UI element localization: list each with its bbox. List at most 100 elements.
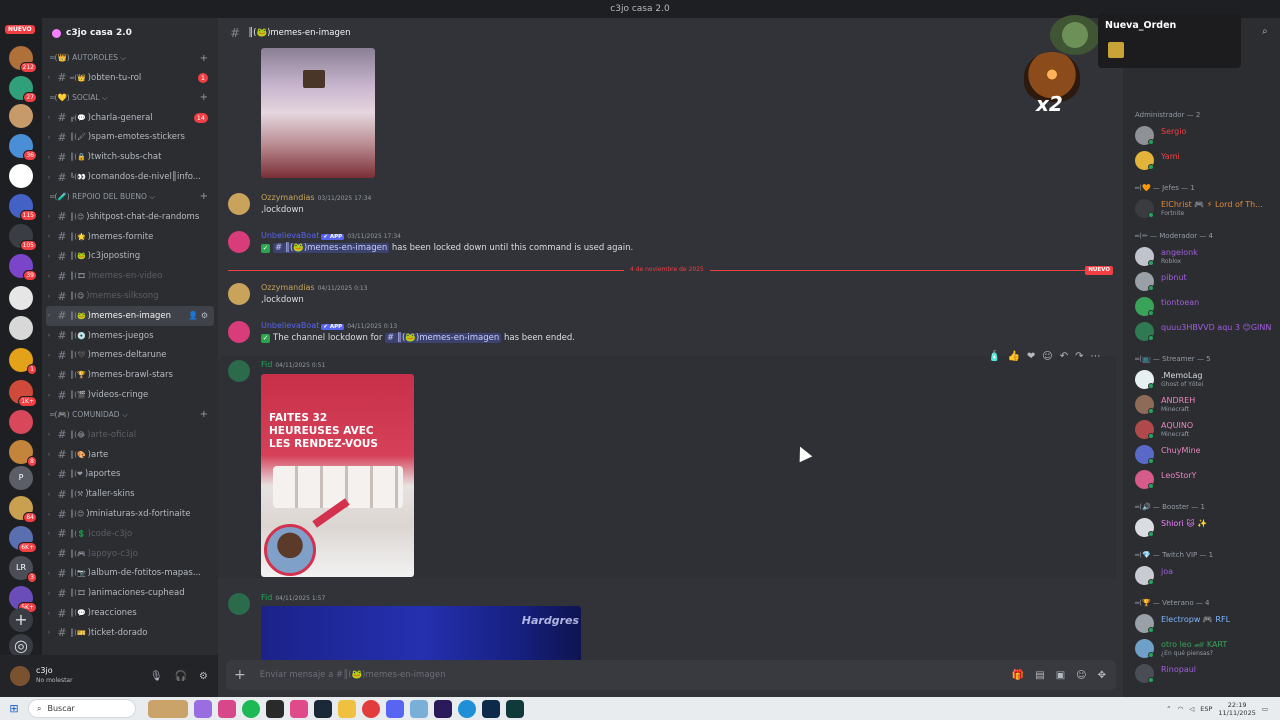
message-author[interactable]: Fid xyxy=(261,593,272,602)
clock[interactable]: 22:19 11/11/2025 xyxy=(1218,701,1255,717)
server-icon[interactable]: 105 xyxy=(9,224,37,251)
member-item[interactable]: ANDREH Minecraft xyxy=(1135,394,1278,416)
avatar[interactable] xyxy=(228,231,250,253)
channel-item[interactable]: › # ╚(👀)comandos-de-nivel║info... xyxy=(46,167,214,187)
channel-item[interactable]: › # ║(🐸)c3joposting xyxy=(46,247,214,267)
channel-mention[interactable]: # ║(🐸)memes-en-imagen xyxy=(385,333,502,343)
premiere-icon[interactable] xyxy=(434,699,452,718)
app-icon[interactable] xyxy=(410,699,428,718)
message-author[interactable]: UnbelievaBoat xyxy=(261,231,319,240)
server-icon[interactable]: 39 xyxy=(9,254,37,281)
channel-item[interactable]: › # ║(🎮)apoyo-c3jo xyxy=(46,544,214,564)
member-item[interactable]: angelonk Roblox xyxy=(1135,246,1278,268)
invite-icon[interactable]: 👤 xyxy=(188,311,198,320)
channel-item[interactable]: › # ║(🐸)memes-en-imagen 👤 ⚙ xyxy=(46,305,214,326)
category-header[interactable]: ═(🎮) COMUNIDAD ⌵ + xyxy=(42,405,218,425)
avatar[interactable] xyxy=(228,360,250,382)
channel-item[interactable]: › # ║(🖤)memes-deltarune xyxy=(46,346,214,366)
apps-icon[interactable]: ✥ xyxy=(1098,670,1106,681)
channel-item[interactable]: › # ║(💲)code-c3jo xyxy=(46,524,214,544)
add-attachment-icon[interactable]: + xyxy=(234,667,246,683)
server-header[interactable]: c3jo casa 2.0 xyxy=(42,18,218,48)
headphones-icon[interactable]: 🎧 xyxy=(175,671,187,682)
avatar[interactable] xyxy=(10,666,30,686)
member-item[interactable]: tiontoean xyxy=(1135,296,1278,318)
channel-item[interactable]: › # ║(🎞)memes-en-video xyxy=(46,266,214,286)
message-author[interactable]: Ozzymandias xyxy=(261,193,315,202)
wifi-icon[interactable]: ◠ xyxy=(1178,705,1184,713)
server-icon[interactable]: LR 3 xyxy=(9,556,37,583)
edge-icon[interactable] xyxy=(458,699,476,718)
microphone-icon[interactable]: 🎙 xyxy=(150,671,163,682)
message-author[interactable]: UnbelievaBoat xyxy=(261,321,319,330)
channel-item[interactable]: › # ║(🎬)videos-cringe xyxy=(46,385,214,405)
server-icon[interactable]: 84 xyxy=(9,496,37,523)
avatar[interactable] xyxy=(228,193,250,215)
taskbar-widget-icon[interactable] xyxy=(148,699,188,718)
plush-image[interactable] xyxy=(261,48,375,178)
gif-icon[interactable]: ▤ xyxy=(1035,670,1044,681)
channel-item[interactable]: › # ║(🔒)twitch-subs-chat xyxy=(46,147,214,167)
channel-item[interactable]: › # ║(🏆)memes-brawl-stars xyxy=(46,365,214,385)
heart-icon[interactable]: ❤ xyxy=(1027,351,1035,362)
member-item[interactable]: Rinopaul xyxy=(1135,663,1278,685)
spotify-icon[interactable] xyxy=(242,699,260,718)
add-channel-icon[interactable]: + xyxy=(200,92,208,103)
server-icon[interactable]: 212 xyxy=(9,46,37,73)
add-server-icon[interactable]: + xyxy=(9,608,33,632)
add-channel-icon[interactable]: + xyxy=(200,191,208,202)
forward-icon[interactable]: ↷ xyxy=(1075,351,1083,362)
server-icon[interactable] xyxy=(9,104,33,128)
server-icon[interactable]: 27 xyxy=(9,76,37,103)
file-explorer-icon[interactable] xyxy=(338,699,356,718)
member-item[interactable]: Sergio xyxy=(1135,125,1278,147)
language-indicator[interactable]: ESP xyxy=(1200,705,1212,713)
server-icon[interactable]: P xyxy=(9,466,33,490)
server-icon[interactable]: 6K+ xyxy=(9,526,37,553)
member-item[interactable]: quuu3HBVVD aqu 3 😊GINN xyxy=(1135,321,1278,343)
member-item[interactable]: ChuyMine xyxy=(1135,444,1278,466)
dentist-poster-image[interactable]: FAITES 32 HEUREUSES AVEC LES RENDEZ-VOUS xyxy=(261,374,414,577)
channel-mention[interactable]: # ║(🐸)memes-en-imagen xyxy=(273,243,390,253)
taskbar-search[interactable]: ⌕ Buscar xyxy=(28,699,136,718)
member-item[interactable]: .MemoLag Ghost of Yōtei xyxy=(1135,369,1278,391)
channel-item[interactable]: › # ║(😋)memes-silksong xyxy=(46,286,214,306)
avatar[interactable] xyxy=(228,593,250,615)
member-item[interactable]: Shiori 🐱 ✨ xyxy=(1135,517,1278,539)
thumbs-up-icon[interactable]: 👍 xyxy=(1007,351,1019,362)
member-item[interactable]: LeoStorY xyxy=(1135,469,1278,491)
channel-item[interactable]: › # ║(💬)reacciones xyxy=(46,603,214,623)
chevron-up-icon[interactable]: ⌃ xyxy=(1166,705,1171,713)
channel-item[interactable]: › # ║(⚒)taller-skins xyxy=(46,484,214,504)
search-icon[interactable]: ⌕ xyxy=(1262,26,1270,37)
member-item[interactable]: Yami xyxy=(1135,150,1278,172)
blue-room-image[interactable]: Hardgres xyxy=(261,606,581,661)
add-channel-icon[interactable]: + xyxy=(200,53,208,64)
member-item[interactable]: AQUINO Minecraft xyxy=(1135,419,1278,441)
message-composer[interactable]: + Enviar mensaje a #║(🐸)memes-en-imagen … xyxy=(226,660,1116,690)
add-reaction-icon[interactable]: ☺ xyxy=(1042,351,1052,362)
steam-icon[interactable] xyxy=(314,699,332,718)
discord-icon[interactable] xyxy=(386,699,404,718)
channel-item[interactable]: › # ║(🌟)memes-fornite xyxy=(46,227,214,247)
channel-item[interactable]: › # ║(🖌)spam-emotes-stickers xyxy=(46,128,214,148)
avatar[interactable] xyxy=(228,321,250,343)
more-icon[interactable]: ⋯ xyxy=(1091,351,1101,362)
message-author[interactable]: Ozzymandias xyxy=(261,283,315,292)
server-icon[interactable]: 8 xyxy=(9,440,37,467)
sticker-icon[interactable]: 🧴 xyxy=(988,351,1000,362)
channel-item[interactable]: › # ║(😂)arte-oficial xyxy=(46,425,214,445)
channel-item[interactable]: › # ║(🎫)ticket-dorado xyxy=(46,623,214,643)
server-icon[interactable]: 1K+ xyxy=(9,380,37,407)
photos-icon[interactable] xyxy=(218,699,236,718)
notification-icon[interactable]: ▭ xyxy=(1262,705,1268,713)
channel-item[interactable]: › # ║(🎞)animaciones-cuphead xyxy=(46,583,214,603)
server-icon[interactable] xyxy=(9,316,33,340)
member-item[interactable]: otro leo 🏎 KART ¿En qué piensas? xyxy=(1135,638,1278,660)
windows-start-icon[interactable]: ⊞ xyxy=(0,702,28,715)
server-icon[interactable]: 1 xyxy=(9,348,37,375)
server-icon[interactable]: 5K+ xyxy=(9,586,37,613)
nuevo-badge[interactable]: NUEVO xyxy=(5,25,35,34)
member-item[interactable]: pibnut xyxy=(1135,271,1278,293)
channel-item[interactable]: › # ║(😊)miniaturas-xd-fortinaite xyxy=(46,504,214,524)
